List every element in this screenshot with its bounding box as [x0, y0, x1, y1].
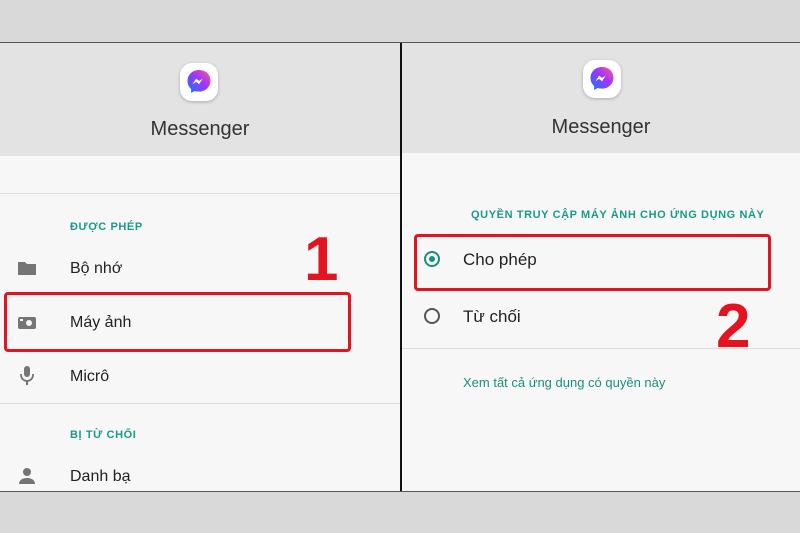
folder-icon	[18, 262, 36, 275]
permission-item-label: Bộ nhớ	[70, 260, 123, 277]
permissions-list-screen: Messenger ĐƯỢC PHÉP Bộ nhớ Máy ảnh Micrô…	[0, 43, 400, 492]
divider	[0, 193, 400, 194]
deny-radio[interactable]	[424, 308, 440, 324]
step-number-1: 1	[304, 225, 339, 294]
allow-highlight-box	[414, 234, 771, 291]
permission-item-label: Micrô	[70, 368, 110, 385]
person-icon	[19, 468, 35, 484]
app-header: Messenger	[0, 43, 400, 156]
camera-permission-screen: Messenger QUYỀN TRUY CẬP MÁY ẢNH CHO ỨNG…	[402, 43, 800, 492]
allowed-section-header: ĐƯỢC PHÉP	[70, 221, 143, 233]
option-label: Từ chối	[463, 307, 521, 326]
messenger-app-icon	[180, 63, 218, 101]
divider	[0, 403, 400, 404]
see-all-apps-link[interactable]: Xem tất cả ứng dụng có quyền này	[463, 375, 665, 390]
microphone-icon	[20, 366, 34, 385]
camera-highlight-box	[4, 292, 351, 352]
camera-access-section-header: QUYỀN TRUY CẬP MÁY ẢNH CHO ỨNG DỤNG NÀY	[471, 209, 765, 221]
frame-bottom-border	[0, 491, 800, 492]
permission-item-label: Danh bạ	[70, 468, 131, 485]
messenger-app-icon	[583, 60, 621, 98]
app-name: Messenger	[551, 116, 651, 138]
app-name: Messenger	[150, 118, 250, 140]
app-header: Messenger	[402, 43, 800, 153]
denied-section-header: BỊ TỪ CHỐI	[70, 429, 137, 441]
step-number-2: 2	[716, 292, 751, 361]
